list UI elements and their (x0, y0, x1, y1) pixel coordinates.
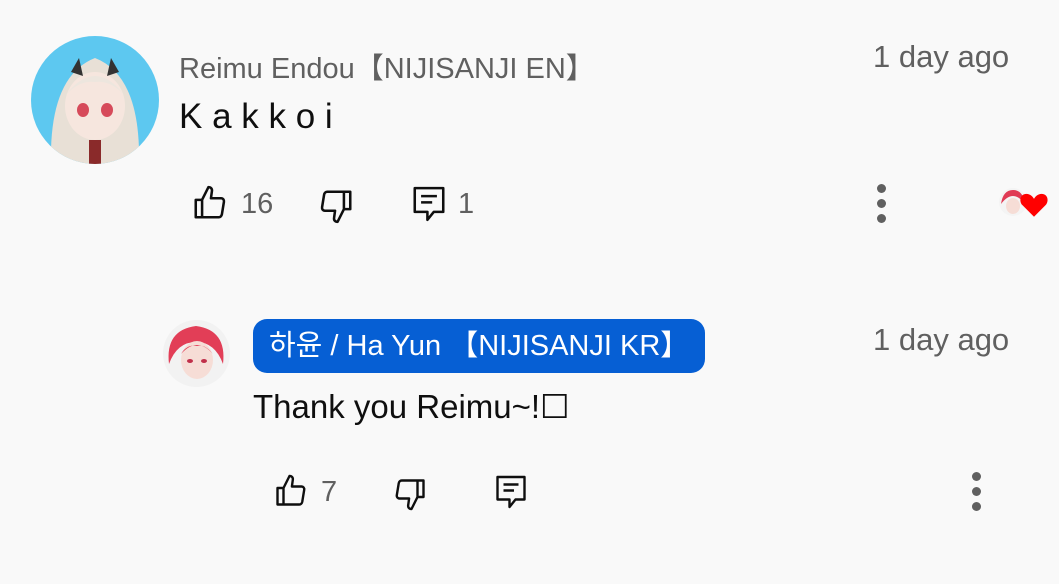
reply-icon[interactable] (493, 473, 529, 511)
like-icon[interactable] (273, 473, 309, 509)
like-count: 7 (321, 476, 338, 508)
reply-icon[interactable] (410, 184, 448, 224)
like-count: 16 (241, 188, 274, 220)
avatar-ha-yun[interactable] (163, 320, 230, 387)
dislike-icon[interactable] (317, 187, 355, 225)
reply-count[interactable]: 1 (458, 188, 474, 221)
comment-author-creator-badge[interactable]: 하윤 / Ha Yun 【NIJISANJI KR】 (253, 319, 706, 373)
comment-author[interactable]: Reimu Endou【NIJISANJI EN】 (179, 45, 595, 87)
comment-text: Thank you Reimu~!☐ (253, 388, 570, 425)
heart-icon (1020, 193, 1048, 217)
comment-text: K a k k o i (179, 97, 333, 136)
avatar-reimu[interactable] (31, 36, 159, 164)
more-options-icon[interactable] (872, 180, 892, 228)
comment-timestamp: 1 day ago (873, 39, 1010, 74)
comment-timestamp: 1 day ago (873, 322, 1010, 357)
dislike-icon[interactable] (392, 476, 428, 512)
more-options-icon[interactable] (967, 468, 987, 516)
like-icon[interactable] (191, 184, 229, 222)
